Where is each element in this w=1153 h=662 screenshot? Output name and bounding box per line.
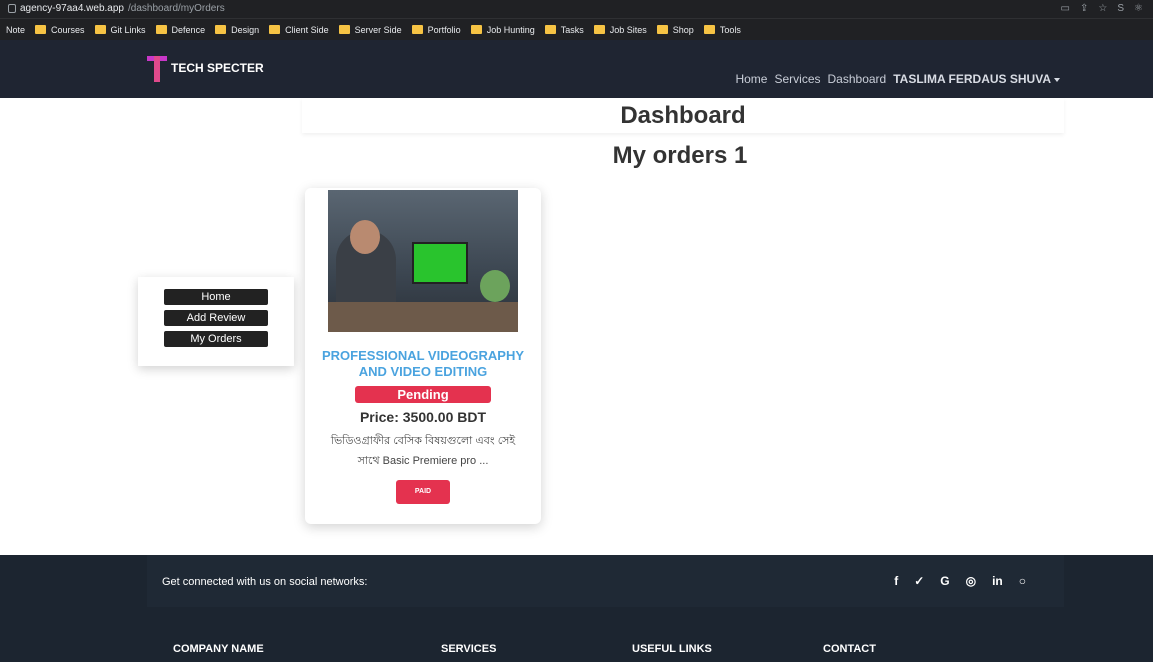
bookmark-label: Tasks (560, 24, 584, 35)
folder-icon (656, 25, 668, 34)
brand-name: TECH SPECTER (171, 61, 264, 75)
bookmark-folder[interactable]: Job Hunting (470, 24, 535, 35)
extension-react-icon[interactable]: ⚛ (1134, 3, 1143, 14)
bookmark-folder[interactable]: Tools (703, 24, 741, 35)
footer-col-services: SERVICES (441, 643, 497, 655)
extension-icon[interactable]: S (1117, 3, 1124, 14)
nav-services[interactable]: Services (774, 72, 820, 86)
bookmark-folder[interactable]: Git Links (94, 24, 146, 35)
paid-button[interactable]: PAID (396, 480, 450, 504)
bookmark-folder[interactable]: Server Side (338, 24, 402, 35)
bookmark-label: Design (231, 24, 260, 35)
bookmark-label: Git Links (110, 24, 146, 35)
sidebar-item-my-orders[interactable]: My Orders (164, 331, 268, 347)
logo-t-icon (147, 54, 167, 82)
bookmark-label: Tools (719, 24, 741, 35)
bookmark-label: Job Hunting (486, 24, 535, 35)
bookmark-label: Job Sites (609, 24, 647, 35)
bookmark-folder[interactable]: Courses (35, 25, 85, 35)
folder-icon (544, 25, 556, 34)
folder-icon (703, 25, 715, 34)
facebook-icon[interactable]: f (894, 574, 898, 588)
footer-columns: COMPANY NAME SERVICES USEFUL LINKS CONTA… (173, 643, 893, 657)
folder-icon (94, 25, 106, 34)
caret-down-icon (1054, 77, 1060, 82)
user-menu[interactable]: TASLIMA FERDAUS SHUVA (893, 72, 1060, 86)
bookmark-folder[interactable]: Defence (155, 24, 206, 35)
share-icon[interactable]: ⇪ (1080, 3, 1088, 14)
bookmark-label: Courses (51, 24, 85, 35)
bookmark-label: Server Side (354, 24, 402, 35)
nav-dashboard[interactable]: Dashboard (828, 72, 887, 86)
bookmark-label: Note (6, 24, 26, 35)
sidebar-item-home[interactable]: Home (164, 289, 268, 305)
folder-icon (411, 25, 423, 34)
address-host: agency-97aa4.web.app (20, 3, 124, 14)
social-icons: f ✓ G ◎ in ○ (894, 574, 1026, 588)
nav-links: Home Services Dashboard TASLIMA FERDAUS … (735, 72, 1060, 86)
folder-icon (338, 25, 350, 34)
order-title: PROFESSIONAL VIDEOGRAPHY AND VIDEO EDITI… (321, 348, 524, 379)
bookmark-folder[interactable]: Portfolio (411, 24, 461, 35)
page-title: Dashboard (620, 102, 746, 129)
folder-icon (593, 25, 605, 34)
user-name: TASLIMA FERDAUS SHUVA (893, 72, 1051, 86)
folder-icon (269, 25, 281, 34)
sidebar-item-add-review[interactable]: Add Review (164, 310, 268, 326)
bookmark-folder[interactable]: Shop (656, 24, 694, 35)
status-badge: Pending (355, 386, 491, 403)
site-navbar: TECH SPECTER Home Services Dashboard TAS… (0, 40, 1153, 98)
tab-search-icon[interactable]: ▭ (1061, 3, 1070, 14)
dashboard-header: Dashboard (302, 98, 1064, 133)
browser-toolbar: agency-97aa4.web.app/dashboard/myOrders … (0, 0, 1153, 18)
site-footer: Get connected with us on social networks… (0, 555, 1153, 662)
address-path: /dashboard/myOrders (127, 3, 225, 14)
bookmark-label: Defence (171, 24, 206, 35)
github-icon[interactable]: ○ (1019, 574, 1026, 588)
bookmark-folder[interactable]: Client Side (269, 25, 329, 35)
order-price: Price: 3500.00 BDT (359, 409, 487, 425)
order-image (328, 190, 518, 332)
bookmark-folder[interactable]: Job Sites (593, 24, 647, 35)
brand-logo[interactable]: TECH SPECTER (147, 54, 264, 82)
browser-actions: ▭ ⇪ ☆ S ⚛ (1061, 3, 1143, 14)
folder-icon (215, 25, 227, 34)
footer-col-contact: CONTACT (823, 643, 876, 655)
bookmark-label: Portfolio (427, 24, 461, 35)
folder-icon (155, 25, 167, 34)
footer-col-company: COMPANY NAME (173, 643, 264, 655)
footer-col-links: USEFUL LINKS (632, 643, 712, 655)
twitter-icon[interactable]: ✓ (914, 574, 924, 588)
bookmark-note[interactable]: Note (6, 25, 25, 35)
instagram-icon[interactable]: ◎ (966, 574, 976, 588)
order-card: PROFESSIONAL VIDEOGRAPHY AND VIDEO EDITI… (305, 188, 541, 524)
linkedin-icon[interactable]: in (992, 574, 1003, 588)
google-icon[interactable]: G (940, 574, 949, 588)
folder-icon (35, 25, 47, 34)
nav-home[interactable]: Home (735, 72, 767, 86)
lock-icon (8, 4, 16, 13)
bookmark-folder[interactable]: Tasks (544, 24, 584, 35)
dashboard-sidebar: Home Add Review My Orders (138, 277, 294, 366)
social-bar: Get connected with us on social networks… (147, 555, 1064, 607)
bookmark-folder[interactable]: Design (215, 25, 259, 35)
address-bar[interactable]: agency-97aa4.web.app/dashboard/myOrders (8, 3, 225, 14)
folder-icon (470, 25, 482, 34)
bookmarks-bar: Note Courses Git Links Defence Design Cl… (0, 18, 1153, 40)
bookmark-label: Shop (672, 24, 694, 35)
bookmark-label: Client Side (285, 24, 329, 35)
orders-heading: My orders 1 (612, 142, 748, 169)
social-text: Get connected with us on social networks… (162, 576, 368, 588)
order-description: ভিডিওগ্রাফীর বেসিক বিষয়গুলো এবং সেই সাথ… (330, 435, 516, 467)
bookmark-star-icon[interactable]: ☆ (1098, 3, 1107, 14)
